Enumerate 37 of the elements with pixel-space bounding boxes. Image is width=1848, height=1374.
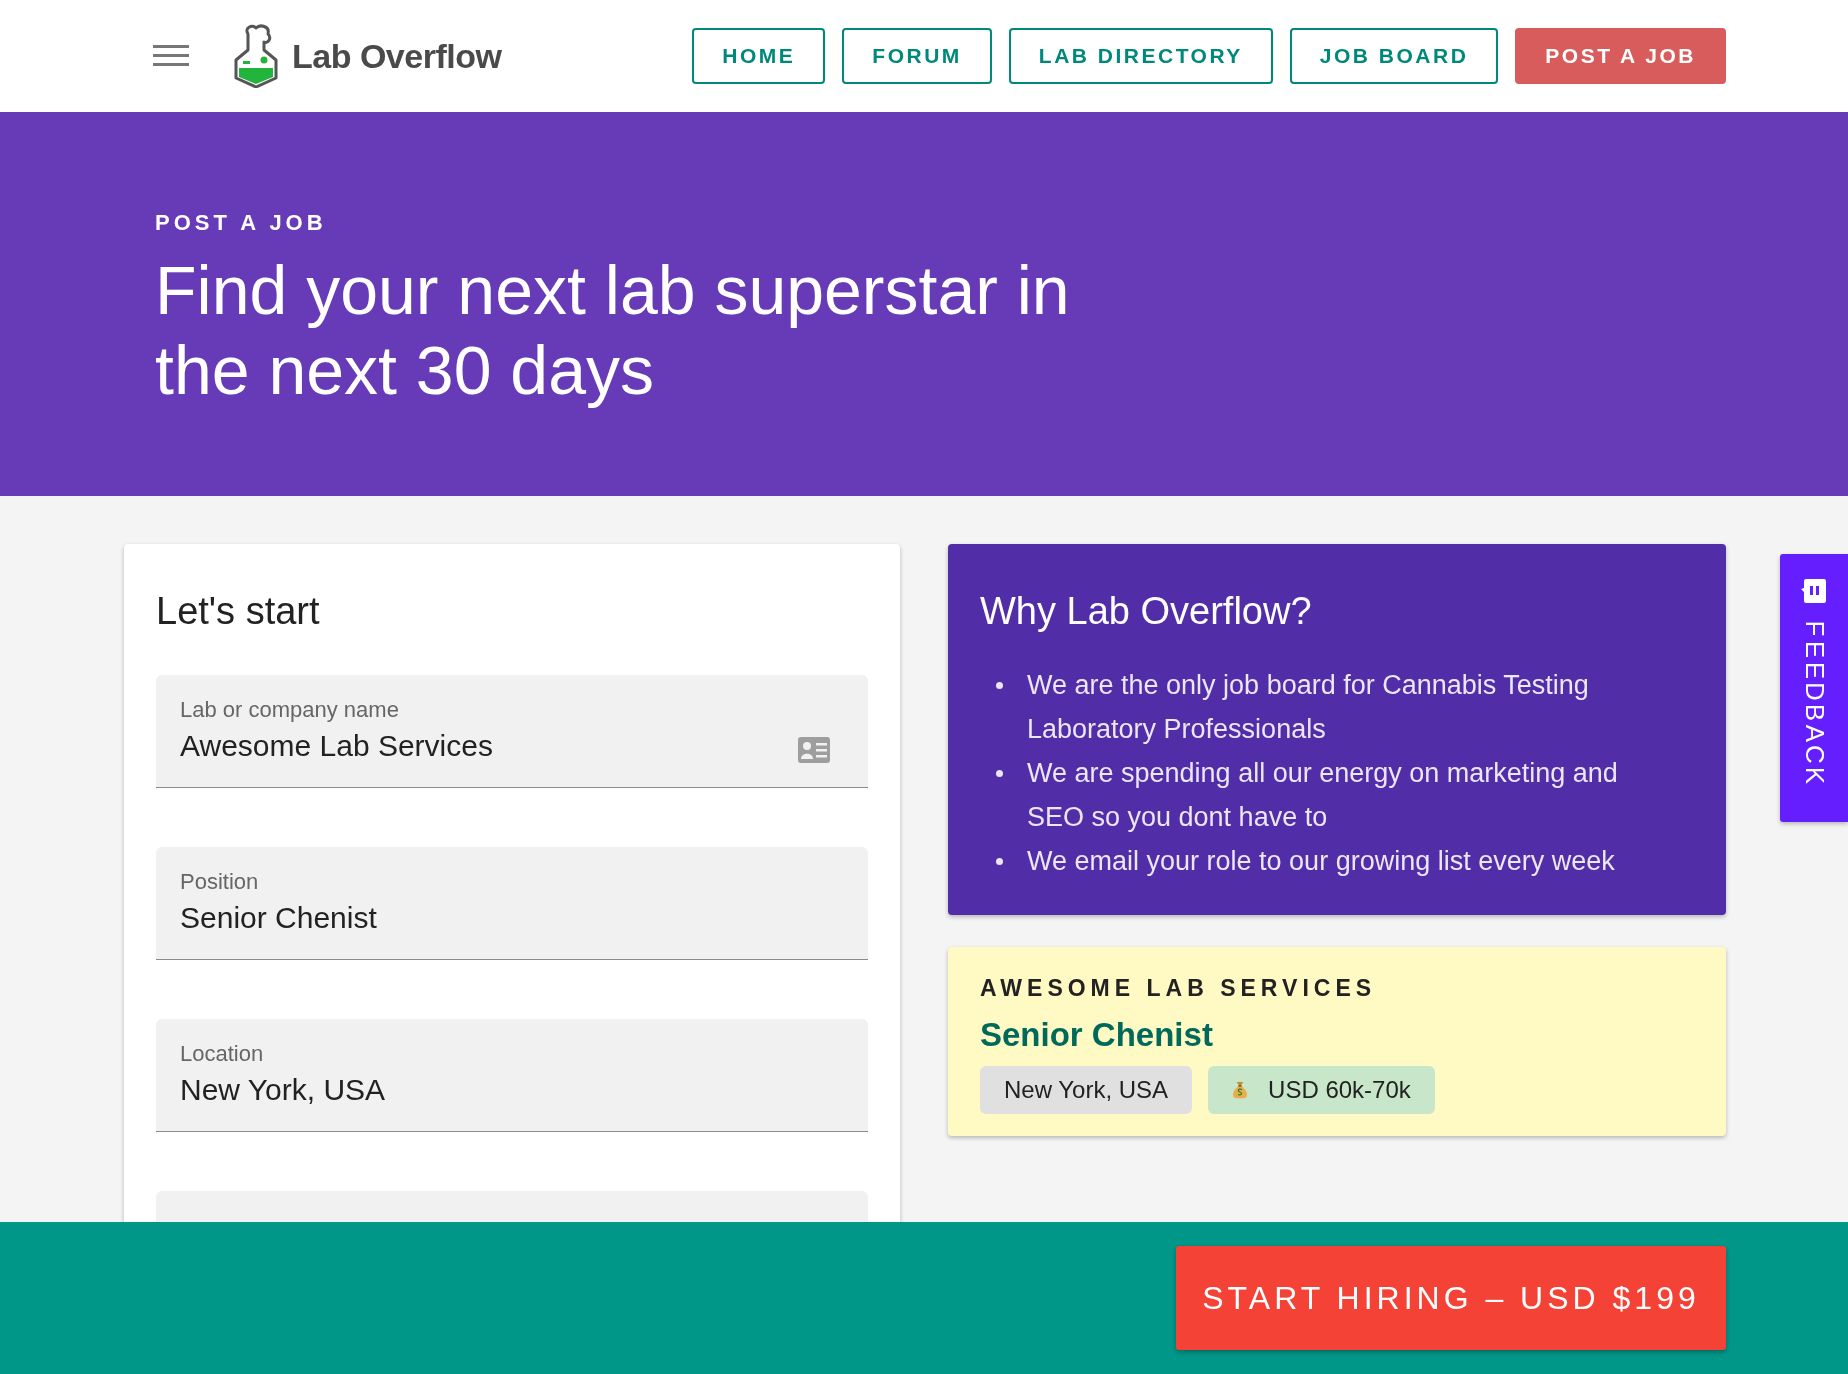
form-title: Let's start [156,590,321,633]
logo-text[interactable]: Lab Overflow [292,36,502,76]
nav-button[interactable]: POST A JOB [1515,28,1726,84]
info-point: We email your role to our growing list every week [1027,845,1616,878]
field-value: Awesome Lab Services [180,729,493,763]
chat-icon [1801,578,1827,604]
input-field[interactable] [156,1191,868,1222]
bullet-icon [996,770,1003,777]
input-field[interactable]: Position Senior Chenist [156,847,868,960]
money-bag-icon [1232,1080,1249,1100]
hero-headline: Find your next lab superstar in the next 30 days [155,251,1071,410]
input-field[interactable]: Lab or company name Awesome Lab Services [156,675,868,788]
info-point: We are spending all our energy on marketing and SEO so you dont have to [1027,757,1619,834]
job-tag: USD 60k-70k [1208,1066,1435,1114]
nav-button[interactable]: FORUM [842,28,992,84]
flask-logo-icon [234,24,278,88]
job-tag: New York, USA [980,1066,1193,1114]
contact-card-icon [798,737,830,763]
input-field[interactable]: Location New York, USA [156,1019,868,1132]
field-value: Senior Chenist [180,901,377,935]
bullet-icon [996,682,1003,689]
job-title: Senior Chenist [980,1016,1214,1054]
field-label: Position [180,869,260,895]
field-value: New York, USA [180,1073,386,1107]
feedback-tab[interactable]: FEEDBACK [1780,554,1848,822]
field-label: Location [180,1041,265,1067]
hero-eyebrow: POST A JOB [155,210,328,236]
bullet-icon [996,858,1003,865]
nav-button[interactable]: JOB BOARD [1289,28,1499,84]
field-label: Lab or company name [180,697,400,723]
nav-button[interactable]: LAB DIRECTORY [1008,28,1273,84]
company-name: AWESOME LAB SERVICES [980,975,1378,1002]
info-point: We are the only job board for Cannabis Testing Laboratory Professionals [1027,669,1590,746]
nav-button[interactable]: HOME [692,28,826,84]
menu-icon[interactable] [153,45,189,67]
info-title: Why Lab Overflow? [980,590,1313,633]
start-hiring-button[interactable]: START HIRING – USD $199 [1176,1246,1726,1350]
